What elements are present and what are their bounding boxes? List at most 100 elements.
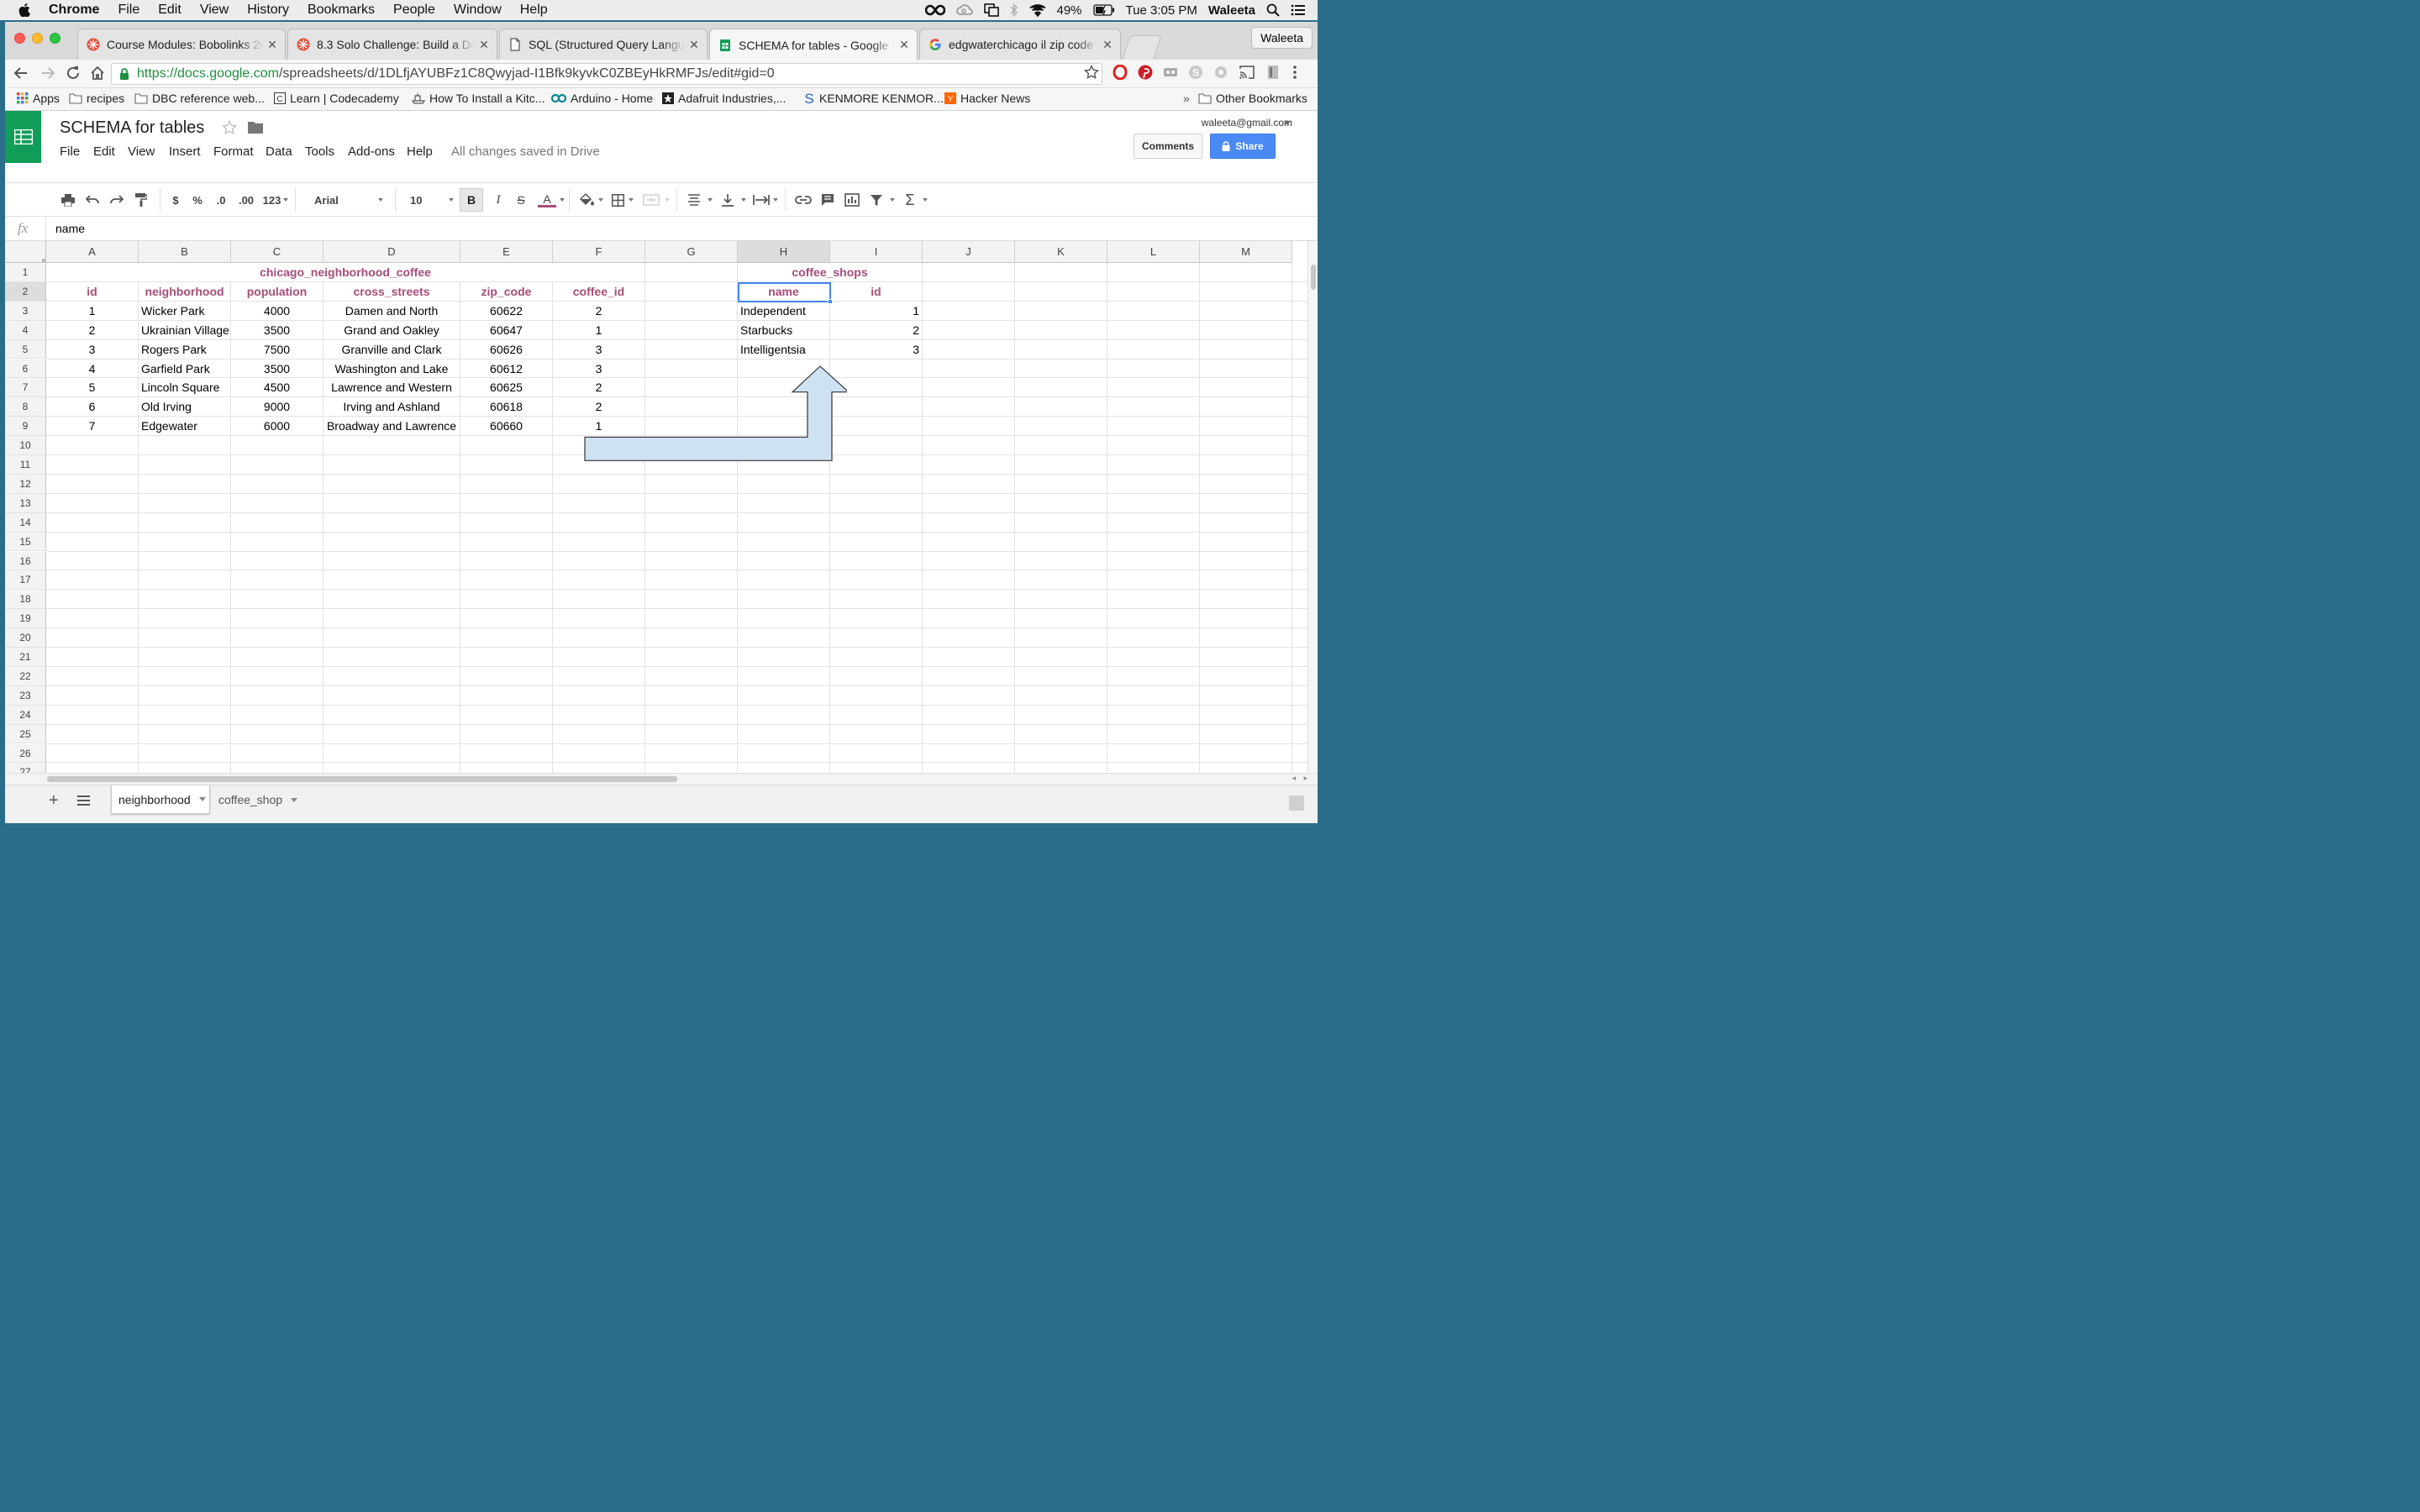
redo-icon[interactable] bbox=[108, 192, 126, 208]
table-cell[interactable]: 5 bbox=[46, 378, 138, 397]
battery-icon[interactable] bbox=[1092, 4, 1115, 16]
row-header-4[interactable]: 4 bbox=[5, 320, 46, 340]
extension-icon[interactable] bbox=[1163, 65, 1178, 80]
dropdown-arrow-icon[interactable] bbox=[923, 198, 928, 202]
new-tab-button[interactable] bbox=[1122, 35, 1162, 60]
browser-tab-course-modules[interactable]: Course Modules: Bobolinks 20 ✕ bbox=[77, 29, 286, 60]
bookmark-hacker-news[interactable]: Y Hacker News bbox=[944, 92, 1030, 105]
row-header-19[interactable]: 19 bbox=[5, 609, 46, 629]
column-heading-id[interactable]: id bbox=[830, 282, 922, 302]
table-cell[interactable]: 7500 bbox=[231, 340, 323, 360]
table-cell[interactable]: 9000 bbox=[231, 397, 323, 417]
table-cell[interactable]: Independent bbox=[738, 302, 829, 321]
sheets-menu-file[interactable]: File bbox=[60, 144, 80, 159]
sheets-menu-edit[interactable]: Edit bbox=[93, 144, 115, 159]
column-header-a[interactable]: A bbox=[46, 241, 139, 263]
row-header-27[interactable]: 27 bbox=[5, 763, 46, 773]
chrome-menu-icon[interactable] bbox=[1291, 65, 1299, 80]
table-cell[interactable]: Granville and Clark bbox=[324, 340, 460, 360]
window-maximize-button[interactable] bbox=[50, 33, 60, 44]
menubar-app-name[interactable]: Chrome bbox=[39, 3, 108, 18]
row-header-10[interactable]: 10 bbox=[5, 436, 46, 455]
cast-icon[interactable] bbox=[1239, 65, 1255, 80]
bookmark-codecademy[interactable]: C Learn | Codecademy bbox=[274, 92, 399, 105]
table-cell[interactable]: Edgewater bbox=[139, 417, 230, 436]
currency-format-button[interactable]: $ bbox=[166, 192, 185, 208]
table-cell[interactable]: 1 bbox=[46, 302, 138, 321]
menubar-view[interactable]: View bbox=[191, 3, 238, 18]
table-cell[interactable]: Irving and Ashland bbox=[324, 397, 460, 417]
table-cell[interactable]: 6 bbox=[46, 397, 138, 417]
profile-button[interactable]: Waleeta bbox=[1251, 27, 1313, 49]
fill-color-icon[interactable] bbox=[575, 192, 600, 208]
forward-icon[interactable] bbox=[40, 66, 55, 81]
row-header-12[interactable]: 12 bbox=[5, 474, 46, 494]
row-header-5[interactable]: 5 bbox=[5, 339, 46, 360]
paint-format-icon[interactable] bbox=[132, 192, 150, 208]
dropdown-arrow-icon[interactable] bbox=[773, 198, 778, 202]
column-header-j[interactable]: J bbox=[923, 241, 1015, 263]
table-cell[interactable]: Damen and North bbox=[324, 302, 460, 321]
column-header-m[interactable]: M bbox=[1200, 241, 1292, 263]
table-cell[interactable]: 60647 bbox=[460, 321, 552, 340]
horizontal-scrollbar[interactable]: ◂ ▸ bbox=[5, 773, 1318, 785]
column-header-b[interactable]: B bbox=[139, 241, 231, 263]
infinity-icon[interactable] bbox=[924, 4, 945, 16]
star-icon[interactable] bbox=[222, 120, 237, 135]
move-to-folder-icon[interactable] bbox=[247, 121, 264, 134]
dropdown-arrow-icon[interactable] bbox=[291, 797, 298, 802]
sheets-menu-tools[interactable]: Tools bbox=[305, 144, 334, 159]
row-header-8[interactable]: 8 bbox=[5, 397, 46, 417]
table-cell[interactable]: 2 bbox=[46, 321, 138, 340]
table-cell[interactable]: 2 bbox=[830, 321, 922, 340]
row-header-22[interactable]: 22 bbox=[5, 666, 46, 686]
add-sheet-icon[interactable]: + bbox=[49, 791, 59, 811]
table-cell[interactable]: 3 bbox=[830, 340, 922, 360]
filter-icon[interactable] bbox=[867, 192, 886, 208]
table-cell[interactable]: 3 bbox=[46, 340, 138, 360]
back-icon[interactable] bbox=[13, 66, 29, 81]
column-heading-population[interactable]: population bbox=[231, 282, 323, 302]
row-header-3[interactable]: 3 bbox=[5, 301, 46, 321]
column-heading-zip-code[interactable]: zip_code bbox=[460, 282, 552, 302]
column-header-e[interactable]: E bbox=[460, 241, 553, 263]
menubar-file[interactable]: File bbox=[108, 3, 149, 18]
row-header-25[interactable]: 25 bbox=[5, 724, 46, 744]
sheet-tab-coffee-shop[interactable]: coffee_shop bbox=[212, 785, 306, 814]
row-header-23[interactable]: 23 bbox=[5, 685, 46, 706]
row-header-17[interactable]: 17 bbox=[5, 570, 46, 591]
bold-button[interactable]: B bbox=[460, 188, 483, 212]
merge-cells-icon[interactable] bbox=[640, 192, 662, 208]
table-cell[interactable]: 60612 bbox=[460, 360, 552, 379]
table-cell[interactable]: 4500 bbox=[231, 378, 323, 397]
document-title[interactable]: SCHEMA for tables bbox=[60, 118, 204, 138]
bookmark-other-bookmarks[interactable]: Other Bookmarks bbox=[1198, 92, 1307, 105]
undo-icon[interactable] bbox=[83, 192, 102, 208]
browser-tab-sql[interactable]: SQL (Structured Query Langua ✕ bbox=[499, 29, 708, 60]
table-cell[interactable]: Old Irving bbox=[139, 397, 230, 417]
more-formats-button[interactable]: 123 bbox=[260, 192, 291, 208]
table-cell[interactable]: 60625 bbox=[460, 378, 552, 397]
table-cell[interactable]: 60626 bbox=[460, 340, 552, 360]
reload-icon[interactable] bbox=[66, 66, 81, 81]
bookmark-adafruit[interactable]: Adafruit Industries,... bbox=[662, 92, 786, 105]
browser-tab-solo-challenge[interactable]: 8.3 Solo Challenge: Build a Da ✕ bbox=[287, 29, 497, 60]
table-cell[interactable]: 4000 bbox=[231, 302, 323, 321]
bookmark-star-icon[interactable] bbox=[1084, 65, 1099, 80]
row-header-18[interactable]: 18 bbox=[5, 590, 46, 610]
dropdown-arrow-icon[interactable] bbox=[198, 797, 206, 801]
horizontal-align-icon[interactable] bbox=[684, 192, 704, 208]
sheets-menu-help[interactable]: Help bbox=[407, 144, 433, 159]
table-cell[interactable]: Washington and Lake bbox=[324, 360, 460, 379]
row-header-9[interactable]: 9 bbox=[5, 417, 46, 437]
text-wrapping-icon[interactable] bbox=[751, 192, 771, 208]
text-color-button[interactable]: A bbox=[534, 192, 560, 208]
sheets-menu-format[interactable]: Format bbox=[213, 144, 254, 159]
bookmark-folder-dbc[interactable]: DBC reference web... bbox=[134, 92, 265, 105]
select-all-corner[interactable] bbox=[5, 241, 46, 263]
dropdown-arrow-icon[interactable] bbox=[741, 198, 746, 202]
apple-icon[interactable] bbox=[0, 3, 39, 17]
table-cell[interactable]: Garfield Park bbox=[139, 360, 230, 379]
menubar-window[interactable]: Window bbox=[445, 3, 511, 18]
window-minimize-button[interactable] bbox=[32, 33, 43, 44]
